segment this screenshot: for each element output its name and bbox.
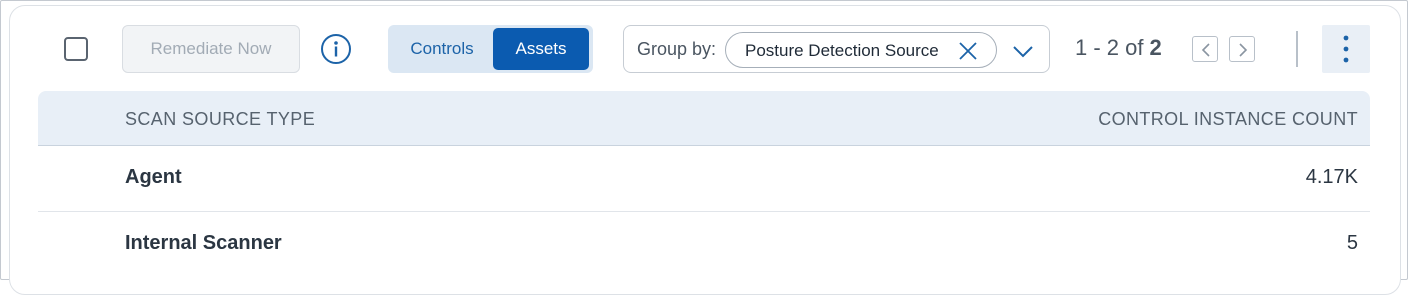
column-header-control-instance-count[interactable]: CONTROL INSTANCE COUNT: [1098, 109, 1358, 130]
remediate-now-button[interactable]: Remediate Now: [122, 25, 300, 73]
chevron-down-icon[interactable]: [1012, 42, 1034, 60]
table-row[interactable]: Internal Scanner 5: [38, 212, 1370, 278]
select-all-checkbox[interactable]: [64, 37, 88, 61]
info-icon[interactable]: [320, 33, 352, 65]
view-toggle: Controls Assets: [388, 25, 593, 73]
table-row[interactable]: Agent 4.17K: [38, 146, 1370, 212]
remediate-now-label: Remediate Now: [150, 39, 272, 58]
row-scan-source: Internal Scanner: [125, 232, 282, 254]
toggle-assets[interactable]: Assets: [493, 28, 589, 70]
previous-page-button[interactable]: [1192, 36, 1218, 62]
kebab-icon: [1343, 35, 1349, 63]
results-table: SCAN SOURCE TYPE CONTROL INSTANCE COUNT …: [38, 91, 1370, 278]
group-by-chip: Posture Detection Source: [725, 32, 997, 68]
window-frame: Remediate Now Controls Assets Group by: …: [0, 0, 1408, 295]
toggle-controls[interactable]: Controls: [391, 28, 493, 70]
group-by-select[interactable]: Group by: Posture Detection Source: [623, 25, 1050, 73]
next-page-button[interactable]: [1229, 36, 1255, 62]
group-by-label: Group by:: [637, 39, 717, 59]
more-options-button[interactable]: [1322, 25, 1370, 73]
row-instance-count: 5: [1346, 232, 1358, 254]
close-icon[interactable]: [958, 41, 978, 61]
toggle-controls-label: Controls: [410, 39, 474, 58]
row-instance-count: 4.17K: [1305, 166, 1358, 188]
pagination-total: 2: [1149, 35, 1162, 60]
toggle-assets-label: Assets: [515, 39, 567, 58]
table-header: SCAN SOURCE TYPE CONTROL INSTANCE COUNT: [38, 91, 1370, 146]
column-header-scan-source-type[interactable]: SCAN SOURCE TYPE: [125, 109, 315, 130]
chevron-right-icon: [1239, 43, 1248, 57]
group-by-chip-label: Posture Detection Source: [745, 41, 939, 60]
chevron-left-icon: [1201, 43, 1210, 57]
pagination-range: 1 - 2 of: [1075, 35, 1144, 60]
toolbar-divider: [1296, 31, 1298, 67]
pagination-summary: 1 - 2 of 2: [1075, 35, 1162, 61]
row-scan-source: Agent: [125, 166, 182, 188]
